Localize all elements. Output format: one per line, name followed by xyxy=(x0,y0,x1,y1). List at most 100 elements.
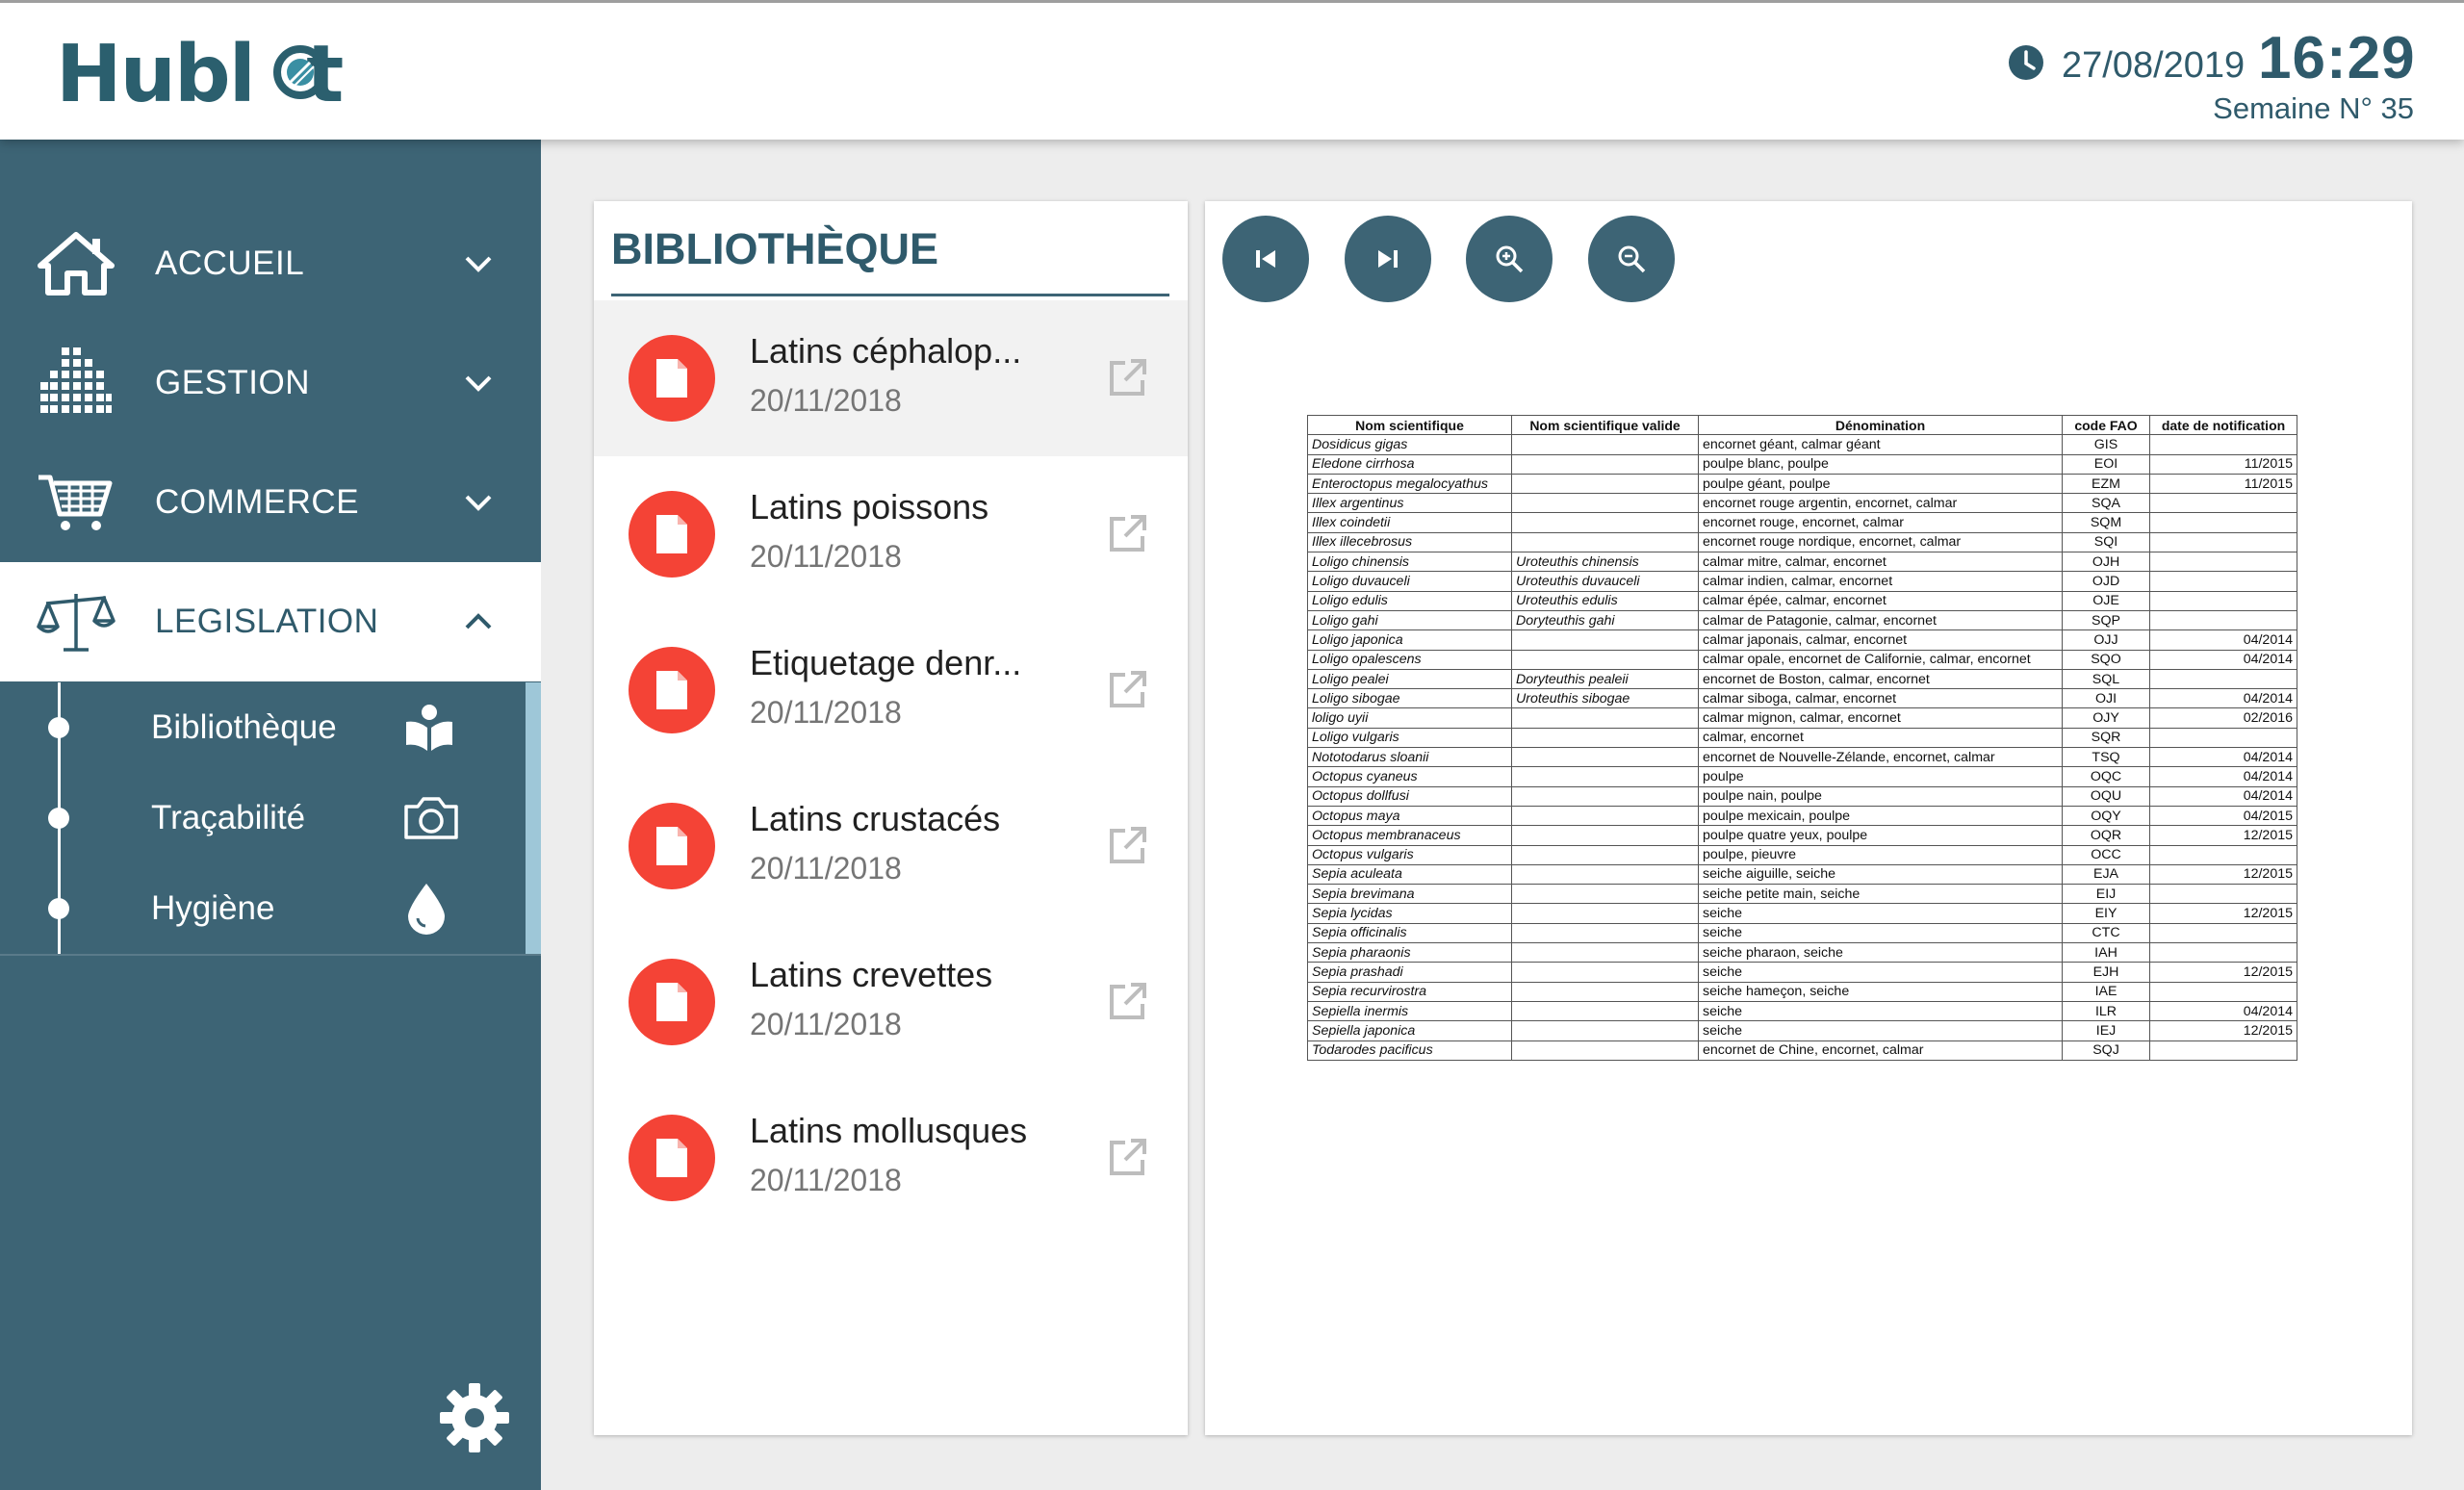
chevron-down-icon xyxy=(465,495,492,511)
legislation-submenu: Bibliothèque Traçabilité Hygiène xyxy=(0,682,541,956)
table-cell: encornet de Boston, calmar, encornet xyxy=(1698,668,2063,690)
table-cell: Sepiella inermis xyxy=(1307,1000,1512,1022)
last-page-button[interactable] xyxy=(1345,216,1431,302)
column-header: code FAO xyxy=(2062,414,2150,436)
table-cell: Loligo edulis xyxy=(1307,590,1512,611)
timeline-dot xyxy=(48,898,69,919)
document-list-item[interactable]: Latins céphalop... 20/11/2018 xyxy=(594,300,1188,456)
table-cell: poulpe mexicain, poulpe xyxy=(1698,805,2063,827)
document-date: 20/11/2018 xyxy=(750,1163,902,1197)
table-cell: Uroteuthis duvauceli xyxy=(1511,571,1699,592)
table-cell xyxy=(1511,629,1699,651)
table-cell: Sepia officinalis xyxy=(1307,922,1512,944)
table-cell: poulpe, pieuvre xyxy=(1698,844,2063,865)
open-external-icon[interactable] xyxy=(1106,513,1148,555)
clock-icon xyxy=(2009,45,2043,80)
table-cell: 04/2014 xyxy=(2149,747,2297,768)
table-cell xyxy=(1511,863,1699,886)
table-cell xyxy=(1511,531,1699,553)
table-cell xyxy=(2149,531,2297,553)
table-cell: seiche hameçon, seiche xyxy=(1698,981,2063,1002)
table-cell xyxy=(1511,434,1699,455)
table-cell xyxy=(2149,884,2297,905)
table-cell: EIY xyxy=(2062,903,2150,924)
table-cell: SQA xyxy=(2062,493,2150,514)
table-cell: Loligo gahi xyxy=(1307,609,1512,631)
document-name: Latins poissons xyxy=(750,487,989,527)
table-cell: calmar siboga, calmar, encornet xyxy=(1698,688,2063,709)
zoom-in-icon xyxy=(1496,245,1524,273)
document-list-item[interactable]: Latins mollusques 20/11/2018 xyxy=(594,1080,1188,1215)
table-body: Dosidicus gigas encornet géant, calmar gé… xyxy=(1307,434,2297,1061)
table-cell: Sepia prashadi xyxy=(1307,962,1512,983)
table-cell: TSQ xyxy=(2062,747,2150,768)
open-external-icon[interactable] xyxy=(1106,669,1148,711)
table-cell xyxy=(2149,512,2297,533)
table-cell: 04/2014 xyxy=(2149,1000,2297,1022)
hublot-logo[interactable]: Hublot xyxy=(56,32,373,118)
table-cell: encornet géant, calmar géant xyxy=(1698,434,2063,455)
table-cell: 02/2016 xyxy=(2149,707,2297,729)
document-list-item[interactable]: Etiquetage denr... 20/11/2018 xyxy=(594,612,1188,768)
nav-label-legislation: LEGISLATION xyxy=(155,603,379,640)
table-cell xyxy=(2149,844,2297,865)
open-external-icon[interactable] xyxy=(1106,981,1148,1023)
table-cell: encornet rouge nordique, encornet, calma… xyxy=(1698,531,2063,553)
chevron-down-icon xyxy=(465,375,492,392)
column-header: date de notification xyxy=(2149,414,2297,436)
table-cell: SQO xyxy=(2062,649,2150,670)
sidebar: ACCUEIL GESTION COMMERCE LEGISLATION Bib… xyxy=(0,140,541,1490)
open-external-icon[interactable] xyxy=(1106,357,1148,399)
cart-icon xyxy=(38,475,113,530)
nav-label-gestion: GESTION xyxy=(155,364,311,401)
table-cell: calmar mitre, calmar, encornet xyxy=(1698,552,2063,573)
table-row: Loligo pealei Doryteuthis pealeii encornet… xyxy=(1307,668,2297,690)
nav-item-commerce[interactable]: COMMERCE xyxy=(0,443,541,562)
open-external-icon[interactable] xyxy=(1106,825,1148,867)
document-list[interactable]: Latins céphalop... 20/11/2018 Latins poiss… xyxy=(594,300,1188,1215)
zoom-in-button[interactable] xyxy=(1466,216,1553,302)
first-page-button[interactable] xyxy=(1222,216,1309,302)
open-external-icon[interactable] xyxy=(1106,1137,1148,1179)
table-row: loligo uyii calmar mignon, calmar, encorn… xyxy=(1307,707,2297,729)
table-cell: OQY xyxy=(2062,805,2150,827)
table-cell: encornet rouge argentin, encornet, calma… xyxy=(1698,493,2063,514)
table-cell: Uroteuthis edulis xyxy=(1511,590,1699,611)
sub-label-hygiene: Hygiène xyxy=(151,889,275,927)
table-cell: Octopus maya xyxy=(1307,805,1512,827)
table-row: Loligo gahi Doryteuthis gahi calmar de Pat… xyxy=(1307,609,2297,631)
zoom-out-button[interactable] xyxy=(1588,216,1675,302)
document-list-item[interactable]: Latins crustacés 20/11/2018 xyxy=(594,768,1188,924)
table-row: Octopus maya poulpe mexicain, poulpe OQY 04… xyxy=(1307,805,2297,827)
table-cell: Octopus vulgaris xyxy=(1307,844,1512,865)
nav-item-legislation[interactable]: LEGISLATION xyxy=(0,562,541,681)
table-cell xyxy=(1511,512,1699,533)
gear-icon[interactable] xyxy=(438,1381,511,1454)
sub-item-hygiene[interactable]: Hygiène xyxy=(0,863,520,954)
nav-item-accueil[interactable]: ACCUEIL xyxy=(0,204,541,323)
pdf-file-icon xyxy=(629,803,715,889)
table-cell: calmar japonais, calmar, encornet xyxy=(1698,629,2063,651)
sub-item-tracabilite[interactable]: Traçabilité xyxy=(0,773,520,863)
table-cell: Todarodes pacificus xyxy=(1307,1040,1512,1061)
table-cell: IAH xyxy=(2062,942,2150,963)
table-cell: seiche xyxy=(1698,922,2063,944)
porthole-icon xyxy=(273,45,327,99)
table-cell: poulpe xyxy=(1698,766,2063,787)
top-header: Hublot 27/08/2019 16:29 Semaine N° 35 xyxy=(0,0,2464,140)
nav-item-gestion[interactable]: GESTION xyxy=(0,323,541,443)
library-title: BIBLIOTHÈQUE xyxy=(611,224,939,273)
table-cell: Eledone cirrhosa xyxy=(1307,453,1512,475)
sub-item-bibliotheque[interactable]: Bibliothèque xyxy=(0,682,520,773)
document-list-item[interactable]: Latins crevettes 20/11/2018 xyxy=(594,924,1188,1080)
table-row: Illex argentinus encornet rouge argentin,… xyxy=(1307,493,2297,514)
document-date: 20/11/2018 xyxy=(750,695,902,730)
table-cell: OJD xyxy=(2062,571,2150,592)
document-name: Latins crustacés xyxy=(750,799,1001,838)
table-cell xyxy=(2149,727,2297,749)
table-cell: SQR xyxy=(2062,727,2150,749)
table-row: Sepia brevimana seiche petite main, seich… xyxy=(1307,884,2297,905)
table-cell: OQU xyxy=(2062,785,2150,807)
table-cell: EZM xyxy=(2062,473,2150,495)
document-list-item[interactable]: Latins poissons 20/11/2018 xyxy=(594,456,1188,612)
